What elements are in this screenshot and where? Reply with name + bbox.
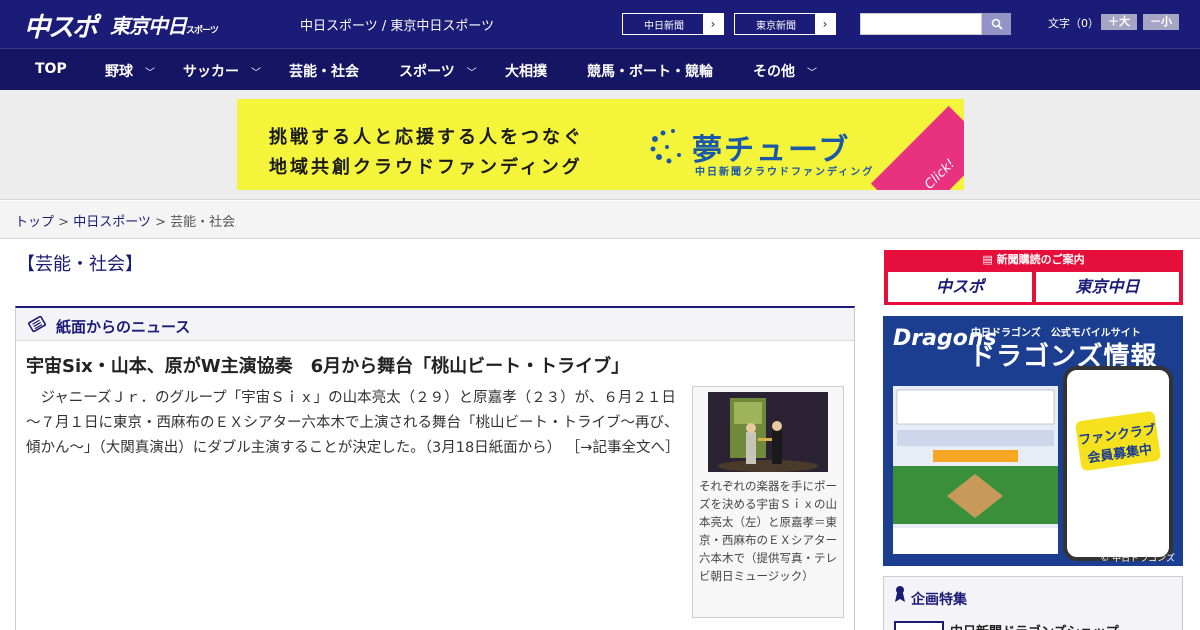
banner-area: 挑戦する人と応援する人をつなぐ 地域共創クラウドファンディング 夢チューブ 中日…: [0, 90, 1200, 200]
special-features-title: 企画特集: [911, 592, 967, 608]
chevron-down-icon: ﹀: [466, 68, 477, 79]
search-button[interactable]: [982, 13, 1011, 35]
subscription-box: ▤ 新聞購読のご案内 中スポ 東京中日: [884, 250, 1183, 305]
chevron-right-icon: ›: [703, 14, 723, 34]
subscribe-tokyo-chunichi-button[interactable]: 東京中日: [1036, 272, 1179, 302]
newspaper-icon: ▤: [982, 253, 997, 266]
breadcrumb: トップ > 中日スポーツ > 芸能・社会: [0, 201, 1200, 239]
tokyo-chunichi-logo[interactable]: 東京中日スポーツ: [110, 10, 219, 39]
crowdfunding-banner[interactable]: 挑戦する人と応援する人をつなぐ 地域共創クラウドファンディング 夢チューブ 中日…: [237, 99, 964, 190]
stage-photo-icon: [708, 392, 828, 472]
photo-box: それぞれの楽器を手にポーズを決める宇宙Ｓｉｘの山本亮太（左）と原嘉孝＝東京・西麻…: [692, 386, 844, 618]
banner-text: 挑戦する人と応援する人をつなぐ 地域共創クラウドファンディング: [269, 123, 584, 183]
subscription-header-text: 新聞購読のご案内: [996, 253, 1085, 266]
dragons-shop-thumb[interactable]: [894, 621, 944, 630]
special-features-box: 企画特集 中日新聞ドラゴンズショップ: [883, 576, 1183, 630]
scoreboard-screenshot: [893, 374, 1058, 554]
chevron-down-icon: ﹀: [807, 68, 817, 79]
search-input[interactable]: [860, 13, 982, 35]
header-title: 中日スポーツ / 東京中日スポーツ: [300, 19, 495, 34]
chunichi-shimbun-link[interactable]: 中日新聞 ›: [622, 13, 724, 35]
nav-item-soccer[interactable]: サッカー ﹀: [183, 61, 261, 81]
link-label: 中日新聞: [644, 21, 684, 32]
nav-item-entertainment[interactable]: 芸能・社会: [289, 61, 359, 81]
article-title[interactable]: 宇宙Six・山本、原がW主演協奏 6月から舞台「桃山ビート・トライブ」: [26, 352, 629, 378]
tokyo-logo-small: スポーツ: [186, 26, 219, 36]
nav-item-racing[interactable]: 競馬・ボート・競輪: [587, 61, 713, 81]
font-size-label: 文字（0）: [1048, 17, 1099, 30]
read-more-link[interactable]: ［→記事全文へ］: [566, 440, 680, 456]
nav-label: 野球: [105, 64, 133, 80]
nav-label: スポーツ: [399, 64, 455, 80]
site-header: 中スポ 東京中日スポーツ 中日スポーツ / 東京中日スポーツ 中日新聞 › 東京…: [0, 0, 1200, 48]
subscribe-chuspo-button[interactable]: 中スポ: [888, 272, 1032, 302]
chuspo-logo[interactable]: 中スポ: [24, 7, 98, 44]
ribbon-icon: [895, 586, 905, 602]
breadcrumb-top[interactable]: トップ: [15, 215, 54, 230]
subscription-header: ▤ 新聞購読のご案内: [884, 250, 1183, 270]
font-size-down-button[interactable]: －小: [1143, 14, 1179, 30]
main-nav: TOP 野球 ﹀ サッカー ﹀ 芸能・社会 スポーツ ﹀ 大相撲 競馬・ボート・競輪 …: [0, 48, 1200, 90]
search-icon: [991, 18, 1003, 30]
newspaper-icon: [28, 316, 46, 332]
link-label: 東京新聞: [756, 21, 796, 32]
tokyo-logo-text: 東京中日: [110, 14, 187, 38]
font-size-up-button[interactable]: ＋大: [1101, 14, 1137, 30]
nav-item-baseball[interactable]: 野球 ﹀: [105, 61, 155, 81]
dragons-shop-link[interactable]: 中日新聞ドラゴンズショップ: [950, 621, 1119, 630]
nav-label: その他: [753, 64, 795, 80]
banner-line2: 地域共創クラウドファンディング: [269, 157, 583, 178]
nav-item-other[interactable]: その他 ﹀: [753, 61, 817, 81]
banner-click-corner: [870, 105, 964, 190]
section-title: 【芸能・社会】: [17, 254, 143, 275]
breadcrumb-sep: >: [150, 215, 171, 230]
breadcrumb-chunichi-sports[interactable]: 中日スポーツ: [73, 215, 151, 230]
article-photo[interactable]: [708, 392, 828, 472]
nav-label: TOP: [35, 61, 67, 77]
photo-caption: それぞれの楽器を手にポーズを決める宇宙Ｓｉｘの山本亮太（左）と原嘉孝＝東京・西麻…: [699, 479, 837, 583]
nav-label: 競馬・ボート・競輪: [587, 64, 713, 80]
news-box-title: 紙面からのニュース: [56, 318, 191, 336]
news-box-header: 紙面からのニュース: [16, 308, 854, 341]
chevron-down-icon: ﹀: [251, 68, 261, 79]
scoreboard-icon: [893, 374, 1058, 554]
dots-logo-icon: [650, 129, 681, 164]
banner-line1: 挑戦する人と応援する人をつなぐ: [269, 127, 584, 148]
breadcrumb-sep: >: [54, 215, 74, 230]
banner-sub: 中日新聞クラウドファンディング: [695, 167, 875, 178]
chevron-down-icon: ﹀: [145, 68, 155, 79]
tokyo-shimbun-link[interactable]: 東京新聞 ›: [734, 13, 836, 35]
nav-label: 芸能・社会: [289, 64, 359, 80]
nav-item-sports[interactable]: スポーツ ﹀: [399, 61, 477, 81]
nav-label: 大相撲: [505, 64, 547, 80]
news-box: 紙面からのニュース 宇宙Six・山本、原がW主演協奏 6月から舞台「桃山ビート・…: [15, 306, 855, 630]
dragons-copyright: © 中日ドラゴンズ: [1100, 554, 1175, 564]
nav-label: サッカー: [183, 64, 239, 80]
nav-item-top[interactable]: TOP: [35, 61, 67, 77]
article-body: ジャニーズＪｒ．のグループ「宇宙Ｓｉｘ」の山本亮太（２９）と原嘉孝（２３）が、６…: [26, 386, 682, 461]
dragons-mobile-ad[interactable]: Dragons 中日ドラゴンズ 公式モバイルサイト ドラゴンズ情報 ファンクラブ…: [883, 316, 1183, 566]
breadcrumb-current: 芸能・社会: [170, 215, 236, 230]
nav-item-sumo[interactable]: 大相撲: [505, 61, 547, 81]
chevron-right-icon: ›: [815, 14, 835, 34]
